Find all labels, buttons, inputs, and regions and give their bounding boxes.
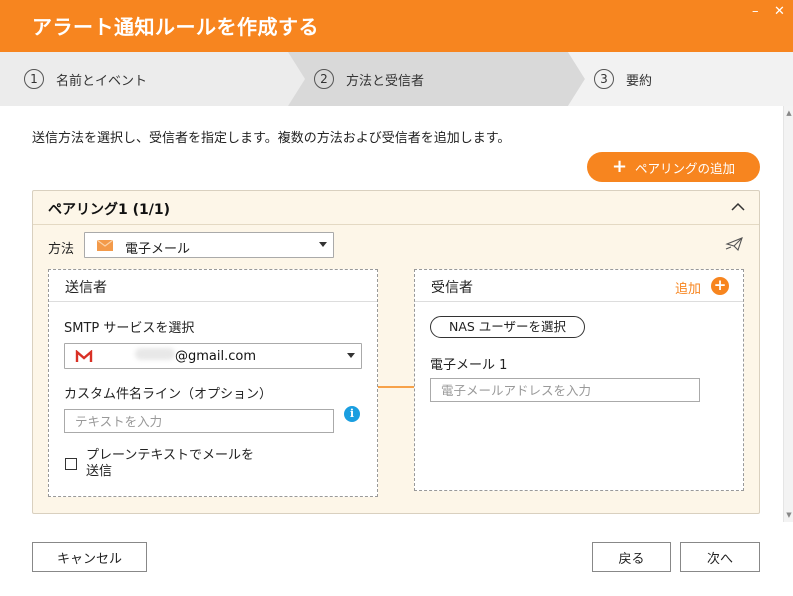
add-recipient-link[interactable]: 追加 xyxy=(675,278,701,297)
sender-title: 送信者 xyxy=(65,280,107,296)
receiver-panel: 受信者 追加 + NAS ユーザーを選択 電子メール 1 xyxy=(414,269,744,491)
receiver-header: 受信者 追加 + xyxy=(415,270,743,302)
caret-down-icon xyxy=(347,353,355,358)
minimize-button[interactable]: – xyxy=(752,4,759,20)
close-button[interactable]: ✕ xyxy=(774,4,785,20)
back-button[interactable]: 戻る xyxy=(592,542,671,572)
chevron-up-icon[interactable] xyxy=(731,200,745,214)
vertical-scrollbar[interactable]: ▲ ▼ xyxy=(783,106,793,522)
pairing-title: ペアリング1 (1/1) xyxy=(48,202,171,218)
step-number: 1 xyxy=(24,69,44,89)
step-summary[interactable]: 3 要約 xyxy=(594,52,652,106)
step-number: 3 xyxy=(594,69,614,89)
subject-input[interactable] xyxy=(64,409,334,433)
step-number: 2 xyxy=(314,69,334,89)
email-input[interactable] xyxy=(430,378,700,402)
step-label: 方法と受信者 xyxy=(346,73,425,89)
add-pairing-label: ペアリングの追加 xyxy=(635,160,736,176)
plaintext-checkbox[interactable] xyxy=(65,458,77,470)
method-value: 電子メール xyxy=(125,242,191,257)
plaintext-label: プレーンテキストでメールを送信 xyxy=(86,448,254,479)
scroll-up-icon[interactable]: ▲ xyxy=(785,108,793,118)
step-label: 要約 xyxy=(626,73,653,89)
description-text: 送信方法を選択し、受信者を指定します。複数の方法および受信者を追加します。 xyxy=(32,131,511,146)
window-title: アラート通知ルールを作成する xyxy=(32,15,319,39)
add-pairing-button[interactable]: + ペアリングの追加 xyxy=(587,152,760,182)
plus-icon: + xyxy=(611,156,628,177)
gmail-icon xyxy=(75,350,93,363)
sender-header: 送信者 xyxy=(49,270,377,302)
caret-down-icon xyxy=(319,242,327,247)
send-test-icon[interactable] xyxy=(725,236,745,252)
next-button[interactable]: 次へ xyxy=(680,542,760,572)
envelope-icon xyxy=(97,240,113,251)
receiver-title: 受信者 xyxy=(431,280,473,296)
step-name-event[interactable]: 1 名前とイベント xyxy=(24,52,147,106)
step-method-recipients[interactable]: 2 方法と受信者 xyxy=(314,52,424,106)
add-circle-icon[interactable]: + xyxy=(711,277,729,295)
pairing-header: ペアリング1 (1/1) xyxy=(33,191,759,225)
wizard-steps: 1 名前とイベント 2 方法と受信者 3 要約 xyxy=(0,52,793,106)
main-content: 送信方法を選択し、受信者を指定します。複数の方法および受信者を追加します。 + … xyxy=(0,106,783,596)
select-nas-user-button[interactable]: NAS ユーザーを選択 xyxy=(430,316,585,338)
smtp-label: SMTP サービスを選択 xyxy=(64,321,195,336)
scroll-down-icon[interactable]: ▼ xyxy=(785,510,793,520)
cancel-button[interactable]: キャンセル xyxy=(32,542,147,572)
email-label: 電子メール 1 xyxy=(430,358,508,373)
method-select[interactable]: 電子メール xyxy=(84,232,334,258)
pairing-connector xyxy=(378,386,414,388)
info-icon[interactable]: i xyxy=(344,406,360,422)
sender-panel: 送信者 SMTP サービスを選択 @gmail.com カスタム件名ライン（オプ… xyxy=(48,269,378,497)
smtp-select[interactable]: @gmail.com xyxy=(64,343,362,369)
subject-label: カスタム件名ライン（オプション） xyxy=(64,387,273,402)
redacted-username xyxy=(135,348,175,360)
method-label: 方法 xyxy=(48,242,75,257)
title-bar: アラート通知ルールを作成する – ✕ xyxy=(0,0,793,52)
pairing-card: ペアリング1 (1/1) 方法 電子メール 送信者 SMTP サービスを選択 @… xyxy=(32,190,760,514)
smtp-value: @gmail.com xyxy=(175,349,257,364)
step-label: 名前とイベント xyxy=(56,73,148,89)
